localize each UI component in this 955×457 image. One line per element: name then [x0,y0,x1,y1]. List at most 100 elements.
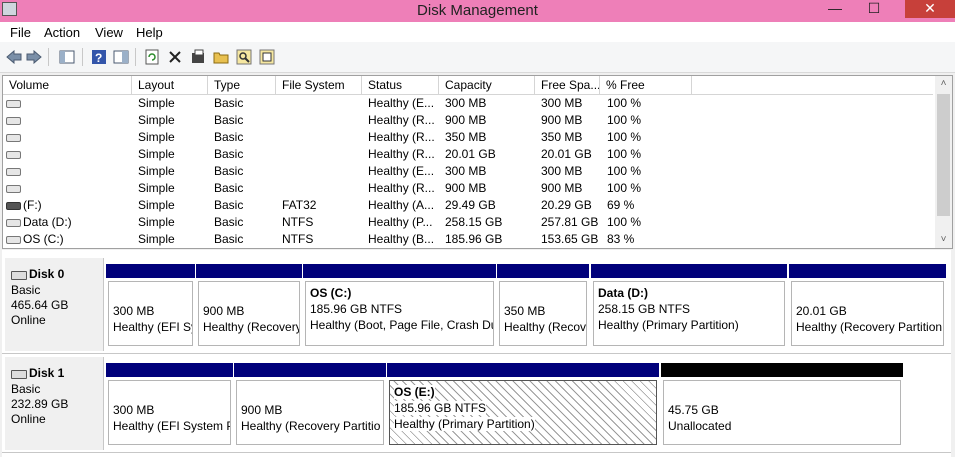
forward-arrow-icon[interactable] [25,48,42,65]
partition-bar [234,363,386,377]
partition-block[interactable]: 20.01 GB Healthy (Recovery Partition [789,264,946,348]
partition-block[interactable]: 900 MB Healthy (Recovery Partitio [234,363,386,447]
minimize-button[interactable]: — [817,0,853,18]
column-header-file-system[interactable]: File System [276,76,362,94]
partition-block[interactable]: 300 MB Healthy (EFI Sy [106,264,195,348]
volume-capacity: 185.96 GB [445,232,503,246]
volume-row[interactable]: (F:) Simple Basic FAT32 Healthy (A... 29… [3,197,933,214]
volume-capacity: 900 MB [445,113,487,127]
volume-status: Healthy (R... [368,181,435,195]
scroll-up-arrow-icon[interactable]: ˄ [935,76,952,92]
volume-free-space: 900 MB [541,113,583,127]
volume-percent-free: 100 % [607,130,642,144]
volume-layout: Simple [138,181,175,195]
disk-info[interactable]: Disk 1 Basic 232.89 GB Online [5,357,104,450]
volume-row[interactable]: OS (C:) Simple Basic NTFS Healthy (B... … [3,231,933,248]
volume-type: Basic [214,96,244,110]
column-header-type[interactable]: Type [208,76,276,94]
volume-row[interactable]: Simple Basic Healthy (E... 300 MB 300 MB… [3,95,933,112]
unallocated-block[interactable]: 45.75 GB Unallocated [661,363,903,447]
close-button[interactable]: ✕ [905,0,955,18]
drive-icon [6,185,21,193]
partition-size: 185.96 GB NTFS [394,401,487,415]
partition-size: 258.15 GB NTFS [598,302,691,316]
menu-view[interactable]: View [95,25,123,40]
partition-status: Healthy (Primary Partition) [394,417,535,431]
volume-row[interactable]: Simple Basic Healthy (R... 900 MB 900 MB… [3,112,933,129]
volume-row[interactable]: Simple Basic Healthy (R... 20.01 GB 20.0… [3,146,933,163]
partition-bar [591,264,787,278]
volume-row[interactable]: Simple Basic Healthy (R... 350 MB 350 MB… [3,129,933,146]
drive-icon [6,134,21,142]
column-header-percent-free[interactable]: % Free [600,76,692,94]
volume-status: Healthy (B... [368,232,435,246]
scroll-down-arrow-icon[interactable]: ˅ [935,232,952,248]
properties-panel-icon[interactable] [112,48,129,65]
back-arrow-icon[interactable] [5,48,22,65]
partition-size: 900 MB [241,403,283,417]
title-bar: Disk Management — ☐ ✕ [0,0,955,22]
partition-size: 300 MB [113,403,155,417]
partition-status: Healthy (Recovery Partitio [241,419,381,433]
partition-status: Healthy (Primary Partition) [598,318,739,332]
column-header-free-space[interactable]: Free Spa... [535,76,600,94]
volume-type: Basic [214,232,244,246]
volume-type: Basic [214,181,244,195]
volume-capacity: 300 MB [445,96,487,110]
partition-bar [497,264,589,278]
volume-status: Healthy (R... [368,113,435,127]
volume-status: Healthy (R... [368,130,435,144]
drive-icon [6,151,21,159]
partition-block-selected[interactable]: OS (E:) 185.96 GB NTFS Healthy (Primary … [387,363,659,447]
volume-percent-free: 100 % [607,215,642,229]
volume-row[interactable]: Simple Basic Healthy (R... 900 MB 900 MB… [3,180,933,197]
disk-graphical-view: Disk 0 Basic 465.64 GB Online 300 MB Hea… [2,250,951,457]
volume-type: Basic [214,113,244,127]
column-header-status[interactable]: Status [362,76,439,94]
partition-bar [789,264,946,278]
partition-bar [106,264,195,278]
volume-percent-free: 100 % [607,96,642,110]
menu-action[interactable]: Action [44,25,80,40]
partition-block[interactable]: 900 MB Healthy (Recovery [196,264,302,348]
volume-capacity: 29.49 GB [445,198,496,212]
menu-file[interactable]: File [10,25,31,40]
volume-capacity: 350 MB [445,130,487,144]
search-icon[interactable] [235,48,252,65]
export-icon[interactable] [258,48,275,65]
partition-size: 900 MB [203,304,245,318]
volume-free-space: 20.01 GB [541,147,592,161]
partition-block[interactable]: OS (C:) 185.96 GB NTFS Healthy (Boot, Pa… [303,264,496,348]
refresh-icon[interactable] [143,48,160,65]
volume-file-system: NTFS [282,232,314,246]
column-header-capacity[interactable]: Capacity [439,76,535,94]
volume-list: Volume Layout Type File System Status Ca… [2,75,953,249]
volume-list-scrollbar[interactable]: ˄ ˅ [935,76,952,248]
disk-size: 465.64 GB [11,298,69,312]
toolbar: ? [0,42,955,73]
volume-row[interactable]: Simple Basic Healthy (E... 300 MB 300 MB… [3,163,933,180]
disk-status: Online [11,313,46,327]
properties-icon[interactable] [189,48,206,65]
disk-info[interactable]: Disk 0 Basic 465.64 GB Online [5,258,104,351]
menu-help[interactable]: Help [136,25,163,40]
partition-block[interactable]: 350 MB Healthy (Recov [497,264,589,348]
partition-status: Unallocated [668,419,732,433]
partition-size: 45.75 GB [668,403,719,417]
partition-block[interactable]: Data (D:) 258.15 GB NTFS Healthy (Primar… [591,264,787,348]
delete-icon[interactable] [166,48,183,65]
volume-row[interactable]: Data (D:) Simple Basic NTFS Healthy (P..… [3,214,933,231]
volume-file-system: FAT32 [282,198,317,212]
volume-status: Healthy (R... [368,147,435,161]
volume-name: OS (C:) [23,232,64,246]
scrollbar-thumb[interactable] [937,94,950,216]
open-folder-icon[interactable] [212,48,229,65]
maximize-button[interactable]: ☐ [856,0,892,18]
help-icon[interactable]: ? [90,48,107,65]
partition-block[interactable]: 300 MB Healthy (EFI System P [106,363,233,447]
volume-percent-free: 100 % [607,181,642,195]
column-header-volume[interactable]: Volume [3,76,132,94]
console-tree-icon[interactable] [58,48,75,65]
disk-icon [11,370,27,379]
column-header-layout[interactable]: Layout [132,76,208,94]
